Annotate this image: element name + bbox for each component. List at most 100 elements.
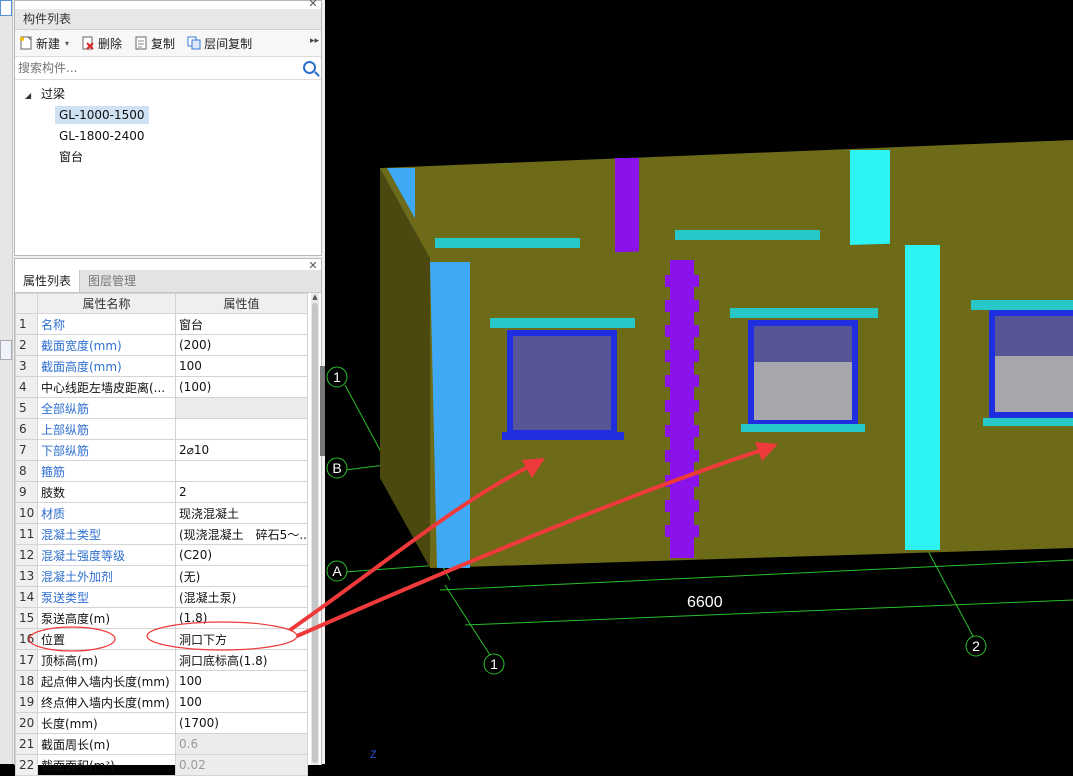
component-toolbar: 新建 ▾ 删除 复制 层间复制 ▸▸	[15, 30, 321, 57]
property-value[interactable]: (100)	[175, 376, 308, 398]
property-value[interactable]: (1700)	[175, 712, 308, 734]
floor-copy-button[interactable]: 层间复制	[187, 35, 252, 52]
window-glass	[513, 336, 611, 430]
property-name: 肢数	[37, 481, 176, 503]
new-button[interactable]: 新建 ▾	[19, 35, 69, 52]
building-model: 6600 1 B A 1 2 Z	[326, 140, 1073, 761]
axis-line	[444, 584, 491, 656]
row-number: 13	[15, 565, 38, 587]
scroll-thumb[interactable]	[312, 303, 318, 763]
tree-item[interactable]: GL-1800-2400	[15, 126, 321, 147]
row-number: 18	[15, 670, 38, 692]
edge-toggle-button[interactable]	[0, 0, 12, 16]
tab-layer-manager[interactable]: 图层管理	[80, 270, 144, 292]
property-row[interactable]: 9 肢数 2	[15, 481, 308, 503]
property-value[interactable]: 洞口底标高(1.8)	[175, 649, 308, 671]
property-name: 位置	[37, 628, 176, 650]
property-row[interactable]: 5 全部纵筋	[15, 397, 308, 419]
property-row[interactable]: 22 截面面积(m²) 0.02	[15, 754, 308, 776]
property-value[interactable]: 100	[175, 670, 308, 692]
property-row[interactable]: 3 截面高度(mm) 100	[15, 355, 308, 377]
property-value[interactable]: 100	[175, 691, 308, 713]
component-list-panel: ✕ 构件列表 新建 ▾ 删除 复制 层间复制 ▸▸ 搜索构件... ◢ 过梁 G…	[14, 0, 322, 256]
property-value[interactable]: (1.8)	[175, 607, 308, 629]
table-header-row: 属性名称 属性值	[15, 293, 308, 314]
back-window-lintel	[435, 238, 580, 248]
property-value[interactable]: 现浇混凝土	[175, 502, 308, 524]
property-value[interactable]	[175, 397, 308, 419]
property-row[interactable]: 8 箍筋	[15, 460, 308, 482]
back-constructional-column	[615, 158, 639, 258]
floor-copy-label: 层间复制	[204, 36, 253, 51]
property-row[interactable]: 13 混凝土外加剂 (无)	[15, 565, 308, 587]
property-name: 截面高度(mm)	[37, 355, 176, 377]
tree-category[interactable]: ◢ 过梁	[15, 84, 321, 105]
tab-property-list[interactable]: 属性列表	[15, 270, 81, 292]
property-row[interactable]: 2 截面宽度(mm) (200)	[15, 334, 308, 356]
row-number: 11	[15, 523, 38, 545]
property-row[interactable]: 19 终点伸入墙内长度(mm) 100	[15, 691, 308, 713]
row-number: 19	[15, 691, 38, 713]
property-row[interactable]: 15 泵送高度(m) (1.8)	[15, 607, 308, 629]
property-value[interactable]: 100	[175, 355, 308, 377]
property-value[interactable]: 洞口下方	[175, 628, 308, 650]
search-input[interactable]	[15, 57, 290, 79]
3d-viewport[interactable]: 6600 1 B A 1 2 Z	[325, 0, 1073, 764]
property-value[interactable]: (现浇混凝土 碎石5～...	[175, 523, 308, 545]
collapse-triangle-icon[interactable]: ◢	[25, 91, 31, 100]
property-row[interactable]: 1 名称 窗台	[15, 313, 308, 335]
property-value[interactable]: (C20)	[175, 544, 308, 566]
property-name: 中心线距左墙皮距离(...	[37, 376, 176, 398]
tree-item[interactable]: GL-1000-1500	[15, 105, 321, 126]
axis-label: B	[332, 460, 341, 476]
property-row[interactable]: 17 顶标高(m) 洞口底标高(1.8)	[15, 649, 308, 671]
copy-button[interactable]: 复制	[134, 35, 175, 52]
property-row[interactable]: 20 长度(mm) (1700)	[15, 712, 308, 734]
property-name: 名称	[37, 313, 176, 335]
property-value[interactable]: (200)	[175, 334, 308, 356]
property-value[interactable]	[175, 418, 308, 440]
window-sill	[983, 418, 1073, 426]
component-tree: ◢ 过梁 GL-1000-1500 GL-1800-2400 窗台	[15, 80, 321, 168]
property-value[interactable]: 窗台	[175, 313, 308, 335]
close-icon[interactable]: ✕	[308, 0, 318, 9]
header-value: 属性值	[175, 293, 308, 314]
property-row[interactable]: 11 混凝土类型 (现浇混凝土 碎石5～...	[15, 523, 308, 545]
property-value[interactable]	[175, 460, 308, 482]
property-row[interactable]: 21 截面周长(m) 0.6	[15, 733, 308, 755]
property-value[interactable]: (混凝土泵)	[175, 586, 308, 608]
property-row[interactable]: 10 材质 现浇混凝土	[15, 502, 308, 524]
property-row[interactable]: 6 上部纵筋	[15, 418, 308, 440]
close-icon[interactable]: ✕	[308, 260, 318, 271]
property-row[interactable]: 12 混凝土强度等级 (C20)	[15, 544, 308, 566]
tree-item[interactable]: 窗台	[15, 147, 321, 168]
property-name: 上部纵筋	[37, 418, 176, 440]
property-row[interactable]: 16 位置 洞口下方	[15, 628, 308, 650]
overflow-icon[interactable]: ▸▸	[310, 36, 319, 46]
component-search	[15, 57, 321, 80]
scroll-up-icon[interactable]: ▲	[311, 293, 319, 301]
property-name: 混凝土强度等级	[37, 544, 176, 566]
property-value[interactable]: 2	[175, 481, 308, 503]
property-row[interactable]: 4 中心线距左墙皮距离(... (100)	[15, 376, 308, 398]
property-value[interactable]: 0.6	[175, 733, 308, 755]
property-row[interactable]: 7 下部纵筋 2⌀10	[15, 439, 308, 461]
property-row[interactable]: 18 起点伸入墙内长度(mm) 100	[15, 670, 308, 692]
property-value[interactable]: 0.02	[175, 754, 308, 776]
back-cyan-column	[850, 150, 890, 250]
axis-line	[924, 544, 976, 641]
front-cyan-column	[905, 245, 940, 550]
property-value[interactable]: (无)	[175, 565, 308, 587]
row-number: 9	[15, 481, 38, 503]
property-value[interactable]: 2⌀10	[175, 439, 308, 461]
property-name: 混凝土外加剂	[37, 565, 176, 587]
property-row[interactable]: 14 泵送类型 (混凝土泵)	[15, 586, 308, 608]
dropdown-caret-icon[interactable]: ▾	[65, 39, 69, 48]
window-lintel	[971, 300, 1073, 310]
window-lintel	[490, 318, 635, 328]
delete-button[interactable]: 删除	[81, 35, 122, 52]
window-glass	[995, 316, 1073, 356]
search-icon[interactable]	[303, 61, 316, 74]
property-scrollbar[interactable]: ▲	[311, 293, 319, 765]
edge-marker[interactable]	[0, 340, 12, 360]
